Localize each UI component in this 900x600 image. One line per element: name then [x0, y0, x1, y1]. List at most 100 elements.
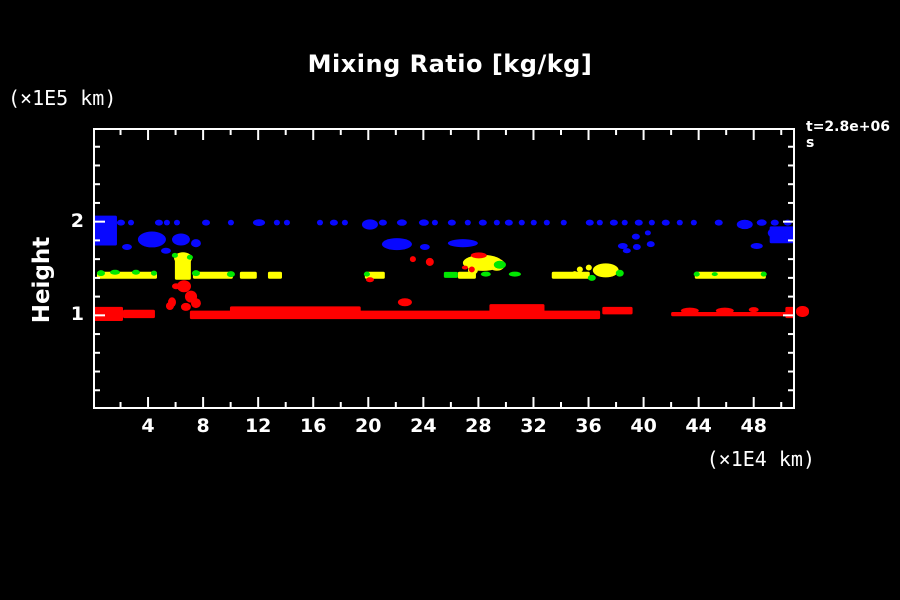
- x-tick-label: 24: [410, 415, 436, 437]
- upper-blue-band: [479, 220, 487, 226]
- upper-blue-band: [622, 220, 628, 226]
- lower-red-band: [749, 307, 759, 312]
- upper-blue-band: [397, 219, 407, 225]
- upper-blue-band: [202, 220, 210, 226]
- upper-blue-band: [649, 220, 655, 226]
- upper-blue-band: [164, 220, 170, 226]
- x-tick-label: 4: [141, 415, 154, 437]
- upper-blue-band: [531, 220, 537, 226]
- green-fringe: [616, 270, 624, 277]
- lower-red-band: [489, 304, 544, 317]
- upper-blue-band: [751, 243, 763, 249]
- upper-blue-band: [117, 220, 125, 226]
- x-tick-label: 8: [196, 415, 209, 437]
- upper-blue-band: [274, 220, 280, 226]
- lower-red-band: [681, 308, 699, 314]
- upper-blue-band: [465, 220, 471, 226]
- green-fringe: [494, 261, 506, 269]
- upper-blue-band: [138, 232, 166, 248]
- upper-blue-band: [448, 220, 456, 226]
- green-fringe: [192, 270, 200, 276]
- axes-border: [94, 129, 794, 408]
- upper-blue-band: [610, 220, 618, 226]
- upper-blue-band: [342, 220, 348, 226]
- mid-yellow-band: [586, 265, 592, 271]
- green-fringe: [694, 272, 700, 277]
- upper-blue-band: [448, 239, 478, 247]
- lower-red-band: [462, 266, 468, 270]
- upper-blue-band: [128, 220, 134, 226]
- upper-blue-band: [191, 239, 201, 247]
- mid-yellow-band: [268, 272, 282, 279]
- x-tick-label: 40: [630, 415, 656, 437]
- mid-yellow-band: [572, 271, 578, 277]
- upper-blue-band: [362, 219, 378, 229]
- green-fringe: [444, 272, 458, 278]
- upper-blue-band: [771, 220, 779, 226]
- green-fringe: [97, 270, 105, 276]
- mid-yellow-band: [97, 272, 157, 279]
- upper-blue-band: [519, 220, 525, 226]
- upper-blue-band: [228, 220, 234, 226]
- mid-yellow-band: [552, 272, 590, 279]
- upper-blue-band: [647, 241, 655, 247]
- upper-blue-band: [633, 244, 641, 250]
- upper-blue-band: [505, 220, 513, 226]
- upper-blue-band: [757, 219, 767, 225]
- green-fringe: [227, 271, 235, 277]
- plot-svg: [93, 128, 795, 409]
- upper-blue-band: [382, 238, 412, 250]
- x-tick-label: 20: [355, 415, 381, 437]
- lower-red-band: [410, 256, 416, 262]
- lower-red-band: [426, 258, 434, 266]
- upper-blue-band: [586, 220, 594, 226]
- upper-blue-band: [737, 220, 753, 229]
- y-tick-label: 2: [46, 210, 84, 232]
- lower-red-band: [469, 266, 475, 272]
- mid-yellow-band: [240, 272, 257, 279]
- upper-blue-band: [379, 220, 387, 226]
- lower-red-band: [366, 277, 374, 282]
- upper-blue-band: [561, 220, 567, 226]
- x-tick-label: 48: [740, 415, 766, 437]
- lower-red-band: [172, 283, 180, 289]
- lower-red-band: [716, 308, 734, 314]
- upper-blue-band: [419, 219, 429, 225]
- upper-blue-band: [662, 220, 670, 226]
- upper-blue-band: [174, 220, 180, 226]
- upper-blue-band: [677, 220, 683, 226]
- x-tick-label: 28: [465, 415, 491, 437]
- green-fringe: [481, 272, 491, 277]
- y-tick-label: 1: [46, 303, 84, 325]
- upper-blue-band: [420, 244, 430, 250]
- x-tick-label: 16: [300, 415, 326, 437]
- green-fringe: [132, 270, 140, 275]
- upper-blue-band: [172, 233, 190, 245]
- green-fringe: [761, 272, 767, 277]
- upper-blue-band: [253, 219, 265, 226]
- green-fringe: [509, 272, 521, 277]
- mid-yellow-band: [695, 272, 766, 279]
- upper-blue-band: [161, 248, 171, 254]
- lower-red-band: [181, 303, 191, 311]
- mid-yellow-band: [577, 266, 583, 272]
- upper-blue-band: [317, 220, 323, 226]
- figure-canvas: Mixing Ratio [kg/kg] (×1E5 km) t=2.8e+06…: [0, 0, 900, 600]
- x-axis-unit-label: (×1E4 km): [615, 447, 815, 471]
- upper-blue-band: [432, 220, 438, 226]
- upper-blue-band: [330, 220, 338, 226]
- time-annotation: t=2.8e+06 s: [806, 119, 900, 151]
- green-fringe: [110, 270, 120, 275]
- upper-blue-band: [597, 220, 603, 226]
- upper-blue-band: [284, 220, 290, 226]
- upper-blue-band: [494, 220, 500, 226]
- upper-blue-band: [623, 248, 631, 253]
- mid-yellow-band: [593, 263, 619, 277]
- red-overflow-blob: [796, 306, 809, 317]
- lower-red-band: [602, 307, 632, 314]
- lower-red-band: [191, 298, 201, 308]
- green-fringe: [364, 272, 370, 277]
- upper-blue-band: [618, 243, 628, 249]
- upper-blue-band: [768, 227, 788, 239]
- y-axis-unit-label: (×1E5 km): [8, 86, 116, 110]
